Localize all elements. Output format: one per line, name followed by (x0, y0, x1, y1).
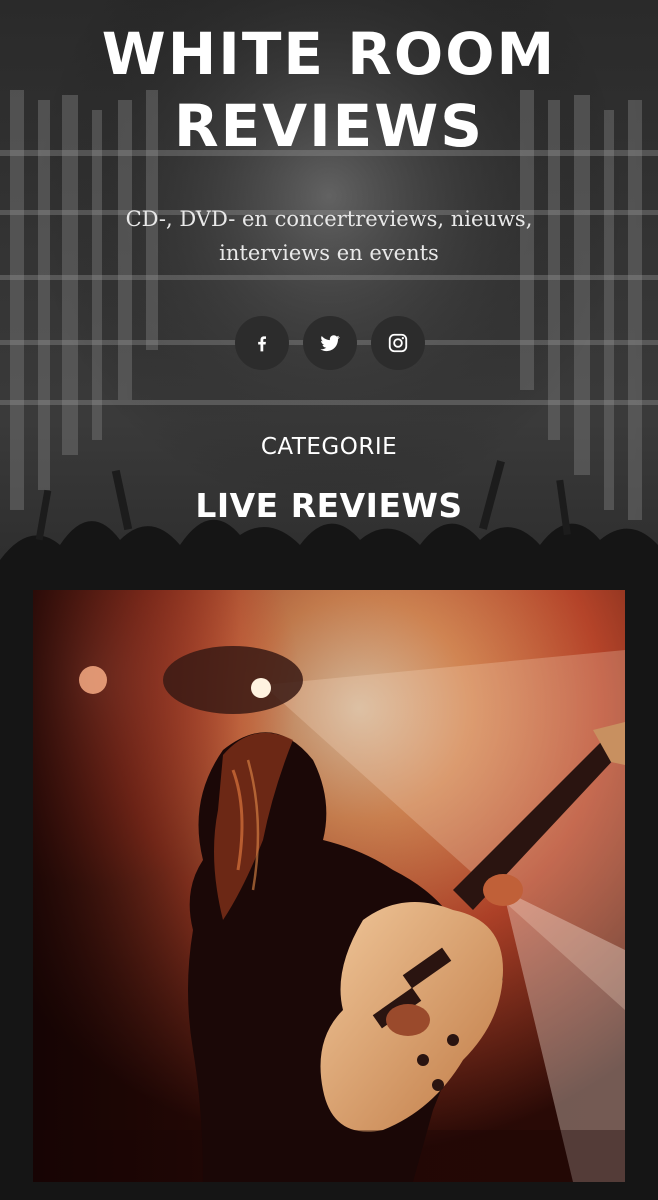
archive-label: CATEGORIE (260, 434, 398, 460)
site-tagline: CD-, DVD- en concertreviews, nieuws, int… (125, 207, 533, 265)
twitter-icon (320, 335, 340, 352)
twitter-button[interactable] (303, 316, 357, 370)
facebook-icon (258, 336, 266, 352)
social-links (235, 316, 425, 370)
instagram-button[interactable] (371, 316, 425, 370)
featured-post-image[interactable] (33, 590, 625, 1182)
site-title-link[interactable]: WHITE ROOM REVIEWS (102, 20, 556, 160)
facebook-button[interactable] (235, 316, 289, 370)
archive-title: LIVE REVIEWS (195, 486, 463, 525)
site-title[interactable]: WHITE ROOM REVIEWS (0, 18, 658, 162)
instagram-icon (388, 333, 408, 353)
